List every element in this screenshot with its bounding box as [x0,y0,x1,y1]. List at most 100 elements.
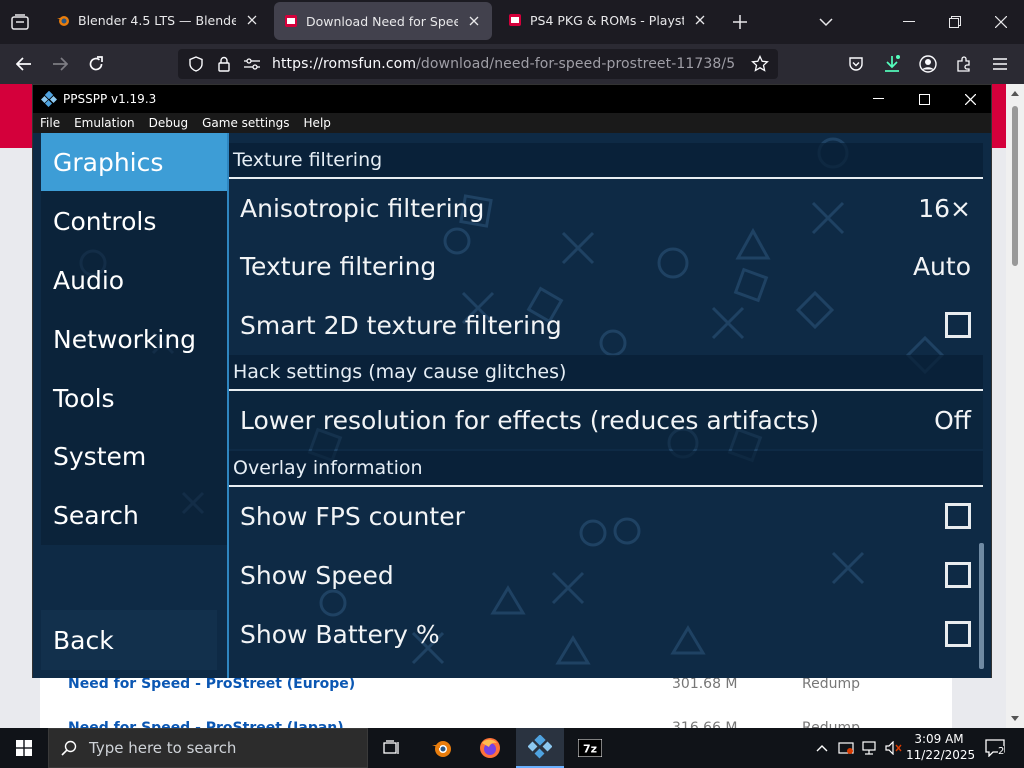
tab-blender[interactable]: Blender 4.5 LTS — Blender [46,0,270,40]
menu-game-settings[interactable]: Game settings [202,116,289,130]
setting-lower-resolution-effects[interactable]: Lower resolution for effects (reduces ar… [229,391,983,449]
windows-start-icon[interactable] [0,728,48,768]
url-host: https://romsfun.com [272,56,417,72]
sidebar-item-label: Search [53,500,139,530]
setting-anisotropic-filtering[interactable]: Anisotropic filtering 16× [229,179,983,237]
checkbox[interactable] [945,621,971,647]
pocket-icon[interactable] [842,50,870,78]
notification-count: 2 [998,746,1005,757]
checkbox[interactable] [945,503,971,529]
sidebar-item-audio[interactable]: Audio [41,251,227,309]
notification-icon[interactable]: 2 [978,728,1012,768]
menu-help[interactable]: Help [304,116,331,130]
lock-icon[interactable] [214,54,234,74]
url-path: /download/need-for-speed-prostreet-11738… [416,56,736,72]
maximize-icon[interactable] [901,85,947,113]
sidebar-item-graphics[interactable]: Graphics [41,133,227,191]
setting-label: Anisotropic filtering [240,193,485,223]
reload-icon[interactable] [82,50,110,78]
close-icon[interactable] [978,0,1024,44]
url-bar[interactable]: https://romsfun.com/download/need-for-sp… [178,49,778,79]
sidebar-item-tools[interactable]: Tools [41,369,227,427]
setting-smart-2d-texture-filtering[interactable]: Smart 2D texture filtering [229,296,983,354]
setting-label: Lower resolution for effects (reduces ar… [240,405,820,435]
restore-icon[interactable] [932,0,978,44]
settings-list: Texture filtering Anisotropic filtering … [229,133,983,678]
volume-muted-icon[interactable] [884,728,904,768]
settings-scrollbar[interactable] [979,543,984,669]
menu-debug[interactable]: Debug [149,116,188,130]
close-icon[interactable] [947,85,993,113]
ppsspp-window: PPSSPP v1.19.3 File Emulation Debug Game… [32,84,992,678]
network-icon[interactable] [860,728,880,768]
setting-value: Auto [912,251,971,281]
sidebar-item-controls[interactable]: Controls [41,192,227,250]
menu-emulation[interactable]: Emulation [74,116,135,130]
settings-sidebar: Graphics Controls Audio Networking Tools… [41,133,227,545]
site-permissions-icon[interactable] [242,54,262,74]
setting-value: Off [934,405,971,435]
section-header-hack-settings: Hack settings (may cause glitches) [229,355,983,391]
setting-show-speed[interactable]: Show Speed [229,546,983,604]
hamburger-menu-icon[interactable] [986,50,1014,78]
sidebar-item-networking[interactable]: Networking [41,310,227,368]
romsfun-favicon-icon [508,13,522,27]
security-icon[interactable] [836,728,856,768]
rom-link[interactable]: Need for Speed - ProStreet (Europe) [68,676,355,692]
taskbar-clock[interactable]: 3:09 AM 11/22/2025 [906,731,975,763]
minimize-icon[interactable] [855,85,901,113]
bookmark-star-icon[interactable] [746,50,774,78]
sidebar-item-system[interactable]: System [41,427,227,485]
section-header-label: Texture filtering [233,149,383,171]
close-tab-icon[interactable] [692,12,708,28]
forward-arrow-icon[interactable] [46,50,74,78]
7zip-app-icon[interactable]: 7z [568,728,612,768]
clock-time: 3:09 AM [914,732,964,746]
download-icon[interactable] [878,50,906,78]
setting-texture-filtering[interactable]: Texture filtering Auto [229,237,983,295]
site-header-strip [0,84,32,148]
rom-size: 301.68 M [672,676,738,692]
setting-value: 16× [918,193,971,223]
setting-label: Show FPS counter [240,501,465,531]
back-button[interactable]: Back [41,610,217,670]
chevron-down-icon[interactable] [814,10,838,34]
shield-icon[interactable] [186,54,206,74]
sidebar-item-search[interactable]: Search [41,486,227,544]
sidebar-item-label: Controls [53,206,157,236]
close-tab-icon[interactable] [466,13,482,29]
sidebar-item-label: Audio [53,265,125,295]
sidebar-item-label: System [53,441,147,471]
setting-show-battery[interactable]: Show Battery % [229,605,983,663]
ppsspp-app-icon[interactable] [516,728,564,768]
section-header-overlay-information: Overlay information [229,451,983,487]
back-arrow-icon[interactable] [10,50,38,78]
account-icon[interactable] [914,50,942,78]
menu-file[interactable]: File [40,116,60,130]
tab-label: Download Need for Speed – Pr [306,13,458,29]
ppsspp-icon [41,91,57,107]
tab-list-icon[interactable] [0,0,40,44]
chevron-up-icon[interactable] [812,728,832,768]
close-tab-icon[interactable] [244,12,260,28]
taskbar-search-box[interactable]: Type here to search [48,728,368,768]
extensions-icon[interactable] [950,50,978,78]
blender-app-icon[interactable] [420,728,464,768]
minimize-icon[interactable] [886,0,932,44]
tab-download-nfs[interactable]: Download Need for Speed – Pr [274,2,492,40]
firefox-app-icon[interactable] [468,728,512,768]
url-text[interactable]: https://romsfun.com/download/need-for-sp… [272,56,735,72]
tab-ps4-pkg[interactable]: PS4 PKG & ROMs - Playstation [498,0,718,40]
section-header-label: Hack settings (may cause glitches) [233,361,567,383]
checkbox[interactable] [945,562,971,588]
windows-taskbar: Type here to search 7z 3:09 AM 11/22/202… [0,728,1024,768]
ppsspp-title-bar[interactable]: PPSSPP v1.19.3 [33,85,991,113]
page-scrollbar[interactable] [1006,84,1024,728]
rom-source: Redump [802,676,860,692]
blender-favicon-icon [56,13,70,27]
checkbox[interactable] [945,312,971,338]
ppsspp-settings-screen: Graphics Controls Audio Networking Tools… [33,133,991,678]
new-tab-icon[interactable] [728,10,752,34]
setting-show-fps-counter[interactable]: Show FPS counter [229,487,983,545]
task-view-icon[interactable] [372,728,412,768]
